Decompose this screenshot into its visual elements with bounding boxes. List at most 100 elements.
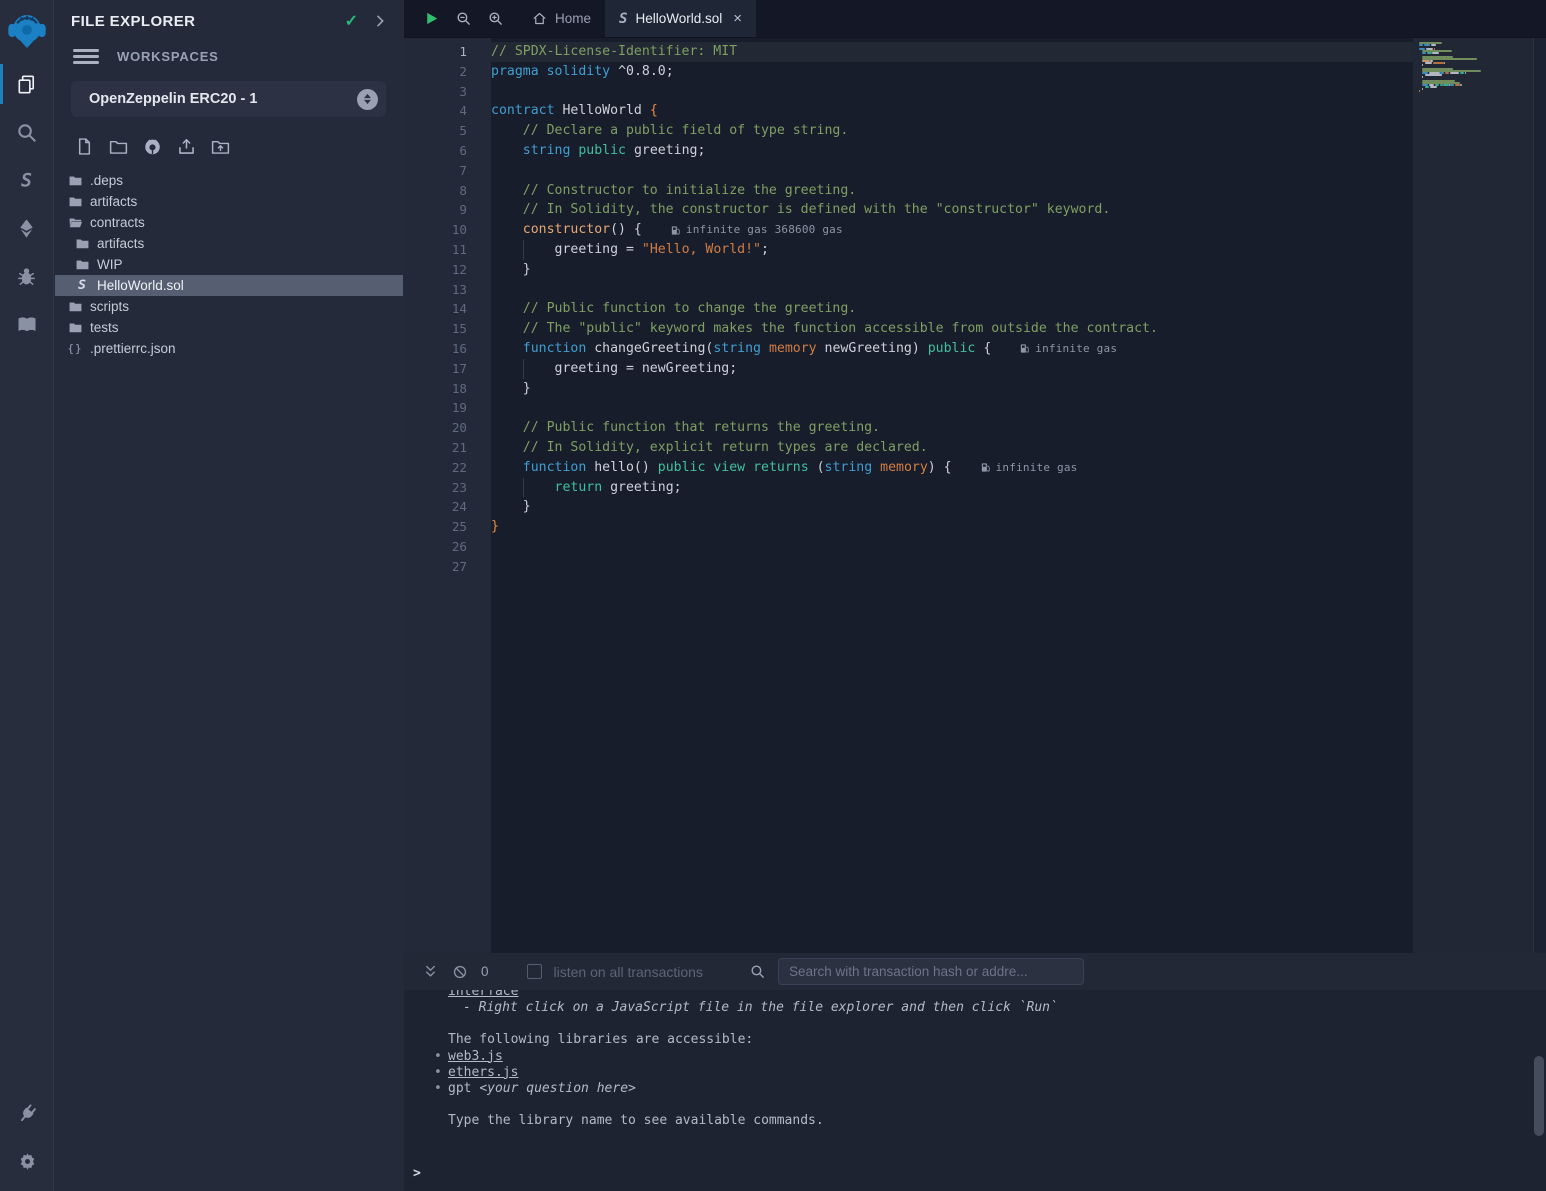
code-line-20[interactable]: 20 // Public function that returns the g… [404, 418, 1413, 438]
tree-item-scripts[interactable]: scripts [55, 296, 403, 317]
terminal-search-input[interactable] [778, 958, 1084, 985]
code-line-14[interactable]: 14 // Public function to change the gree… [404, 299, 1413, 319]
folder-icon [68, 194, 83, 209]
folder-icon [68, 299, 83, 314]
tab-helloworld-sol[interactable]: SHelloWorld.sol× [605, 0, 756, 37]
plugin-manager-icon [16, 1102, 39, 1125]
code-line-12[interactable]: 12 } [404, 260, 1413, 280]
code-region: 1// SPDX-License-Identifier: MIT2pragma … [404, 38, 1546, 953]
workspace-sort-icon[interactable] [357, 89, 378, 110]
code-line-6[interactable]: 6 string public greeting; [404, 141, 1413, 161]
json-file-icon: {} [64, 342, 86, 355]
code-line-2[interactable]: 2pragma solidity ^0.8.0; [404, 62, 1413, 82]
check-icon[interactable]: ✓ [345, 11, 358, 31]
tree-item-artifacts[interactable]: artifacts [55, 233, 403, 254]
code-line-3[interactable]: 3 [404, 82, 1413, 102]
tree-item-wip[interactable]: WIP [55, 254, 403, 275]
activity-remix-logo[interactable] [0, 2, 54, 60]
code-line-22[interactable]: 22 function hello() public view returns … [404, 458, 1413, 478]
tree-item--deps[interactable]: .deps [55, 170, 403, 191]
terminal-line: interface [404, 990, 1546, 1000]
settings-icon [16, 1150, 39, 1173]
activity-learneth[interactable] [0, 300, 54, 348]
code-line-16[interactable]: 16 function changeGreeting(string memory… [404, 339, 1413, 359]
terminal-line: The following libraries are accessible: [404, 1032, 1546, 1048]
debugger-icon [15, 265, 38, 288]
code-line-17[interactable]: 17 greeting = newGreeting; [404, 359, 1413, 379]
folder-icon [68, 320, 83, 335]
listen-label[interactable]: listen on all transactions [554, 964, 703, 980]
code-lines[interactable]: 1// SPDX-License-Identifier: MIT2pragma … [404, 42, 1413, 577]
code-line-18[interactable]: 18 } [404, 379, 1413, 399]
new-file-button[interactable] [71, 134, 97, 158]
terminal-link[interactable]: interface [448, 990, 518, 999]
folder-icon [64, 173, 86, 188]
code-line-19[interactable]: 19 [404, 398, 1413, 418]
activity-solidity-compiler[interactable]: S [0, 156, 54, 204]
activity-deploy-run[interactable] [0, 204, 54, 252]
line-number: 22 [404, 458, 491, 478]
terminal-output[interactable]: interface- Right click on a JavaScript f… [404, 990, 1546, 1191]
clear-console-icon[interactable] [445, 964, 475, 980]
tab-label: HelloWorld.sol [635, 11, 722, 26]
code-line-5[interactable]: 5 // Declare a public field of type stri… [404, 121, 1413, 141]
zoom-in-button[interactable] [487, 10, 504, 27]
code-line-24[interactable]: 24 } [404, 497, 1413, 517]
close-tab-icon[interactable]: × [733, 11, 742, 26]
line-number: 1 [404, 42, 491, 62]
terminal-link[interactable]: ethers.js [448, 1065, 518, 1080]
code-line-7[interactable]: 7 [404, 161, 1413, 181]
file-explorer-icon [15, 73, 38, 96]
code-line-8[interactable]: 8 // Constructor to initialize the greet… [404, 181, 1413, 201]
activity-settings[interactable] [0, 1137, 54, 1185]
minimap[interactable] [1419, 42, 1507, 96]
workspaces-menu-icon[interactable] [73, 46, 99, 67]
zoom-out-button[interactable] [455, 10, 472, 27]
tree-item-tests[interactable]: tests [55, 317, 403, 338]
code-line-23[interactable]: 23 return greeting; [404, 478, 1413, 498]
terminal-line: - Right click on a JavaScript file in th… [404, 1000, 1546, 1016]
fuel-icon [1019, 343, 1030, 354]
upload-file-icon [176, 136, 197, 157]
upload-file-button[interactable] [173, 134, 199, 158]
code-line-27[interactable]: 27 [404, 557, 1413, 577]
activity-file-explorer[interactable] [0, 60, 54, 108]
editor-scrollbar[interactable] [1533, 38, 1546, 953]
tab-home[interactable]: Home [518, 0, 605, 37]
tree-item-contracts[interactable]: contracts [55, 212, 403, 233]
terminal-link[interactable]: web3.js [448, 1049, 503, 1064]
code-line-15[interactable]: 15 // The "public" keyword makes the fun… [404, 319, 1413, 339]
clone-github-button[interactable] [139, 134, 165, 158]
code-line-26[interactable]: 26 [404, 537, 1413, 557]
new-folder-button[interactable] [105, 134, 131, 158]
activity-debugger[interactable] [0, 252, 54, 300]
tree-item-helloworld-sol[interactable]: SHelloWorld.sol [55, 275, 403, 296]
code-line-21[interactable]: 21 // In Solidity, explicit return types… [404, 438, 1413, 458]
folder-icon [71, 236, 93, 251]
code-line-9[interactable]: 9 // In Solidity, the constructor is def… [404, 200, 1413, 220]
listen-checkbox[interactable] [527, 964, 542, 979]
upload-folder-button[interactable] [207, 134, 233, 158]
tree-item--prettierrc-json[interactable]: {}.prettierrc.json [55, 338, 403, 359]
folder-icon [64, 320, 86, 335]
line-number: 4 [404, 101, 491, 121]
chevron-right-icon[interactable] [372, 13, 388, 29]
run-script-button[interactable] [423, 10, 440, 27]
activity-search[interactable] [0, 108, 54, 156]
workspace-select[interactable]: OpenZeppelin ERC20 - 1 [71, 81, 386, 117]
tree-item-artifacts[interactable]: artifacts [55, 191, 403, 212]
code-line-11[interactable]: 11 greeting = "Hello, World!"; [404, 240, 1413, 260]
terminal-expand-icon[interactable] [415, 964, 445, 979]
terminal-scrollbar-thumb[interactable] [1534, 1056, 1544, 1136]
line-number: 11 [404, 240, 491, 260]
line-number: 12 [404, 260, 491, 280]
code-line-10[interactable]: 10 constructor() {infinite gas 368600 ga… [404, 220, 1413, 240]
line-number: 23 [404, 478, 491, 498]
terminal-prompt[interactable]: > [404, 1166, 1546, 1182]
code-line-13[interactable]: 13 [404, 280, 1413, 300]
code-line-1[interactable]: 1// SPDX-License-Identifier: MIT [404, 42, 1413, 62]
minimap-panel[interactable] [1413, 38, 1546, 953]
code-line-25[interactable]: 25} [404, 517, 1413, 537]
code-line-4[interactable]: 4contract HelloWorld { [404, 101, 1413, 121]
activity-plugin-manager[interactable] [0, 1089, 54, 1137]
